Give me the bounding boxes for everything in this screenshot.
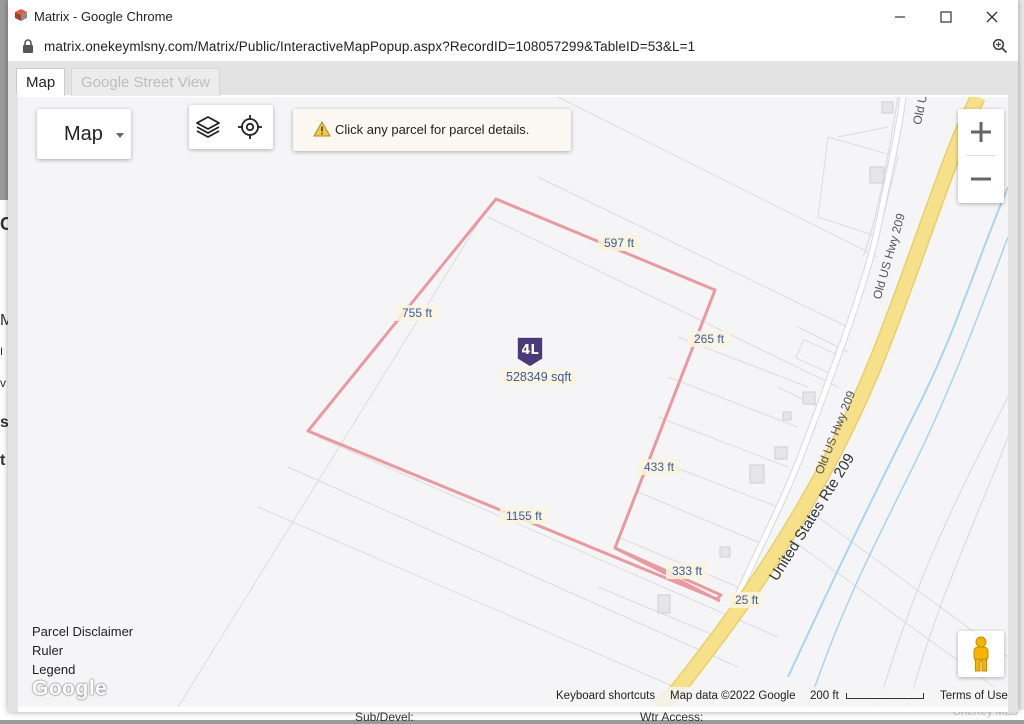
locate-crosshair-icon[interactable]	[237, 114, 263, 140]
tab-map[interactable]: Map	[16, 68, 66, 96]
edge-length-label: 433 ft	[638, 459, 681, 475]
tab-google-street-view[interactable]: Google Street View	[71, 68, 220, 96]
hint-text: Click any parcel for parcel details.	[335, 122, 530, 137]
bg-sub-devel: Sub/Devel:	[355, 710, 414, 724]
chrome-popup-window: Matrix - Google Chrome matrix.onekeymlsn…	[8, 0, 1018, 712]
window-title: Matrix - Google Chrome	[34, 9, 173, 24]
pegman-icon	[973, 636, 989, 672]
parcel-area-label: 528349 sqft	[500, 369, 578, 385]
edge-length-label: 1155 ft	[500, 508, 548, 524]
parcel-hint-banner: Click any parcel for parcel details.	[293, 109, 571, 151]
google-logo: Google	[32, 677, 108, 700]
bg-fragment: I	[0, 346, 4, 358]
map-frame-left	[8, 94, 18, 712]
address-bar[interactable]: matrix.onekeymlsny.com/Matrix/Public/Int…	[8, 33, 1018, 62]
minus-icon	[971, 177, 991, 181]
map-type-label: Map	[64, 123, 103, 145]
edge-length-label: 333 ft	[666, 563, 709, 579]
zoom-in-button[interactable]	[958, 109, 1004, 155]
lock-icon	[23, 39, 33, 53]
minimize-button[interactable]	[880, 4, 920, 30]
parcel-boundary[interactable]	[306, 197, 723, 601]
close-icon	[986, 11, 998, 23]
scale-bar	[846, 693, 924, 699]
street-view-pegman-button[interactable]	[958, 631, 1004, 677]
bg-fragment: v	[0, 376, 6, 390]
title-bar: Matrix - Google Chrome	[8, 0, 1018, 33]
svg-text:4L: 4L	[521, 343, 538, 358]
matrix-favicon-icon	[15, 9, 27, 21]
map-left-links: Parcel Disclaimer Ruler Legend	[32, 622, 133, 679]
map-base-layer	[177, 97, 1008, 707]
url-text[interactable]: matrix.onekeymlsny.com/Matrix/Public/Int…	[44, 39, 695, 54]
parcel-marker-icon[interactable]: 4L	[515, 335, 545, 369]
edge-length-label: 597 ft	[598, 235, 641, 251]
plus-icon	[971, 122, 991, 142]
map-data-attribution: Map data ©2022 Google	[670, 690, 796, 702]
scale-label[interactable]: 200 ft	[810, 690, 839, 702]
zoom-magnifier-icon[interactable]	[992, 38, 1008, 54]
maximize-icon	[940, 11, 952, 23]
minimize-icon	[895, 16, 905, 18]
chevron-down-icon	[116, 133, 124, 138]
edge-length-label: 25 ft	[729, 592, 765, 608]
maximize-button[interactable]	[926, 4, 966, 30]
map-frame-right	[1008, 94, 1018, 712]
zoom-control	[958, 109, 1004, 203]
buildings	[657, 101, 894, 614]
parcel-disclaimer-link[interactable]: Parcel Disclaimer	[32, 622, 133, 641]
map-tabs: Map Google Street View	[8, 62, 1018, 96]
map-type-dropdown[interactable]: Map	[37, 109, 131, 159]
terms-of-use-link[interactable]: Terms of Use	[940, 690, 1008, 702]
edge-length-label: 265 ft	[688, 331, 731, 347]
map-tool-buttons	[189, 105, 273, 149]
map-canvas[interactable]: United States Rte 209 Old US Hwy 209 Old…	[18, 97, 1008, 707]
close-button[interactable]	[972, 4, 1012, 30]
ruler-link[interactable]: Ruler	[32, 641, 133, 660]
map-footer: Keyboard shortcuts Map data ©2022 Google…	[546, 687, 1008, 707]
zoom-out-button[interactable]	[958, 156, 1004, 202]
layers-icon[interactable]	[195, 114, 221, 140]
bg-fragment: t	[0, 452, 6, 469]
warning-icon	[313, 121, 331, 137]
edge-length-label: 755 ft	[396, 305, 439, 321]
bg-wtr-access: Wtr Access:	[640, 710, 704, 724]
keyboard-shortcuts-link[interactable]: Keyboard shortcuts	[556, 690, 655, 702]
